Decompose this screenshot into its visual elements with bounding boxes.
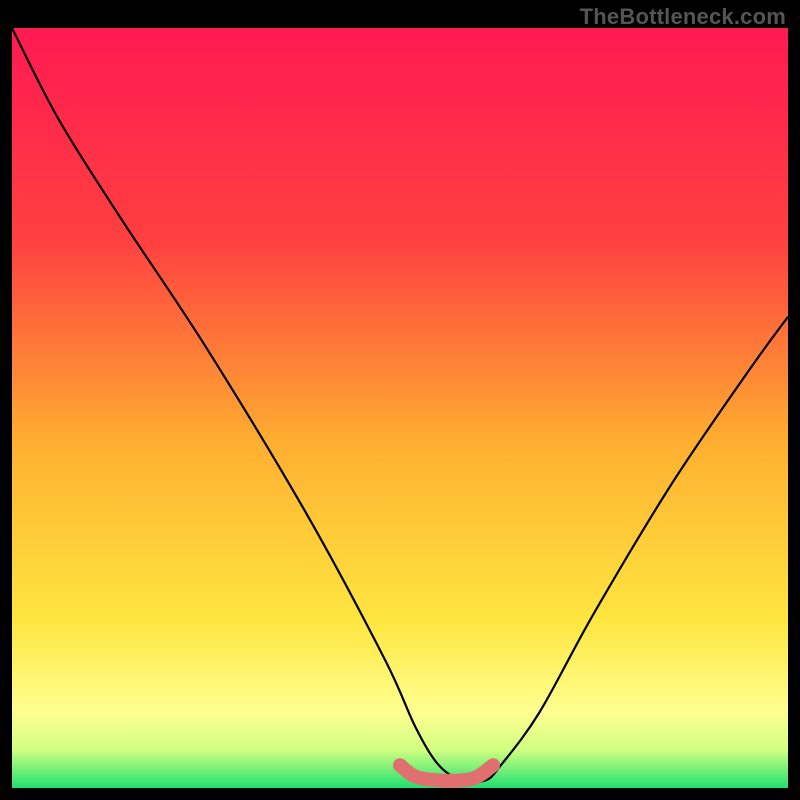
watermark-text: TheBottleneck.com — [580, 4, 786, 30]
bottleneck-chart — [12, 28, 788, 788]
gradient-background — [12, 28, 788, 788]
chart-frame — [12, 28, 788, 788]
